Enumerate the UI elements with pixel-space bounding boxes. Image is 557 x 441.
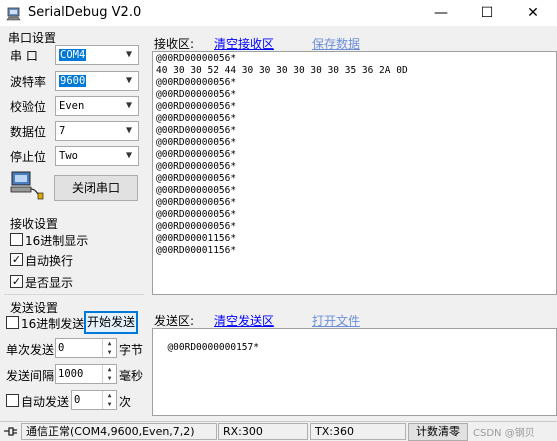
receive-line: @00RD00000056* — [156, 209, 237, 220]
minimize-button[interactable]: — — [418, 0, 464, 26]
tx-counter: TX:360 — [310, 423, 406, 440]
receive-line: @00RD00000056* — [156, 197, 237, 208]
chevron-down-icon: ▼ — [125, 75, 133, 86]
baud-value: 9600 — [59, 75, 87, 87]
show-data-checkbox[interactable]: ✓ — [10, 275, 23, 288]
serial-connection-icon — [10, 171, 44, 200]
receive-line: @00RD00000056* — [156, 101, 237, 112]
port-value: COM4 — [59, 49, 87, 61]
spin-up-icon[interactable]: ▲ — [102, 339, 116, 348]
receive-line: @00RD00000056* — [156, 89, 237, 100]
receive-area-label: 接收区: — [154, 37, 195, 51]
send-content: @00RD0000000157* — [167, 342, 259, 353]
send-textarea[interactable]: @00RD0000000157* — [152, 328, 557, 416]
hex-send-label: 16进制发送 — [21, 317, 85, 331]
stopbits-select[interactable]: Two ▼ — [55, 146, 139, 166]
receive-line: @00RD00000056* — [156, 185, 237, 196]
auto-send-stepper[interactable]: 0 ▲ ▼ — [71, 390, 117, 410]
receive-line: @00RD00000056* — [156, 53, 237, 64]
single-send-stepper[interactable]: 0 ▲ ▼ — [55, 338, 117, 358]
save-data-link[interactable]: 保存数据 — [312, 35, 360, 52]
clear-receive-link[interactable]: 清空接收区 — [214, 35, 274, 52]
watermark: CSDN @钢贝 — [473, 428, 535, 439]
hex-display-label: 16进制显示 — [25, 234, 89, 248]
status-text: 通信正常(COM4,9600,Even,7,2) — [21, 423, 217, 440]
spin-up-icon[interactable]: ▲ — [102, 391, 116, 400]
parity-label: 校验位 — [10, 100, 47, 114]
send-area-label: 发送区: — [154, 314, 195, 328]
clear-count-button[interactable]: 计数清零 — [408, 423, 468, 441]
auto-send-value: 0 — [74, 394, 81, 406]
receive-line: @00RD00000056* — [156, 137, 237, 148]
port-label: 串 口 — [10, 49, 38, 63]
connected-plug-icon — [4, 427, 17, 436]
close-window-button[interactable]: ✕ — [510, 0, 556, 26]
stopbits-label: 停止位 — [10, 150, 47, 164]
receive-settings-label: 接收设置 — [10, 217, 59, 231]
baud-label: 波特率 — [10, 75, 47, 89]
receive-line: @00RD00000056* — [156, 149, 237, 160]
spin-down-icon[interactable]: ▼ — [102, 400, 116, 409]
auto-send-label: 自动发送 — [21, 395, 70, 409]
chevron-down-icon: ▼ — [125, 49, 133, 60]
single-send-value: 0 — [58, 342, 65, 354]
spin-down-icon[interactable]: ▼ — [102, 348, 116, 357]
auto-send-checkbox[interactable] — [6, 394, 19, 407]
spin-up-icon[interactable]: ▲ — [102, 365, 116, 374]
databits-label: 数据位 — [10, 125, 47, 139]
single-send-unit: 字节 — [119, 343, 144, 357]
baud-select[interactable]: 9600 ▼ — [55, 71, 139, 91]
receive-line: @00RD00001156* — [156, 245, 237, 256]
interval-value: 1000 — [58, 368, 84, 380]
rx-counter: RX:300 — [218, 423, 308, 440]
group-divider — [4, 294, 144, 295]
maximize-button[interactable]: ☐ — [464, 0, 510, 26]
start-send-button[interactable]: 开始发送 — [84, 311, 138, 334]
receive-textarea[interactable]: @00RD00000056* 40 30 30 52 44 30 30 30 30… — [152, 51, 557, 295]
port-select[interactable]: COM4 ▼ — [55, 45, 139, 65]
receive-line: 40 30 30 52 44 30 30 30 30 30 30 35 36 2… — [156, 65, 408, 76]
databits-value: 7 — [59, 125, 66, 137]
show-data-label: 是否显示 — [25, 276, 74, 290]
auto-wrap-label: 自动换行 — [25, 254, 74, 268]
open-file-link[interactable]: 打开文件 — [312, 312, 360, 329]
chevron-down-icon: ▼ — [125, 150, 133, 161]
stopbits-value: Two — [59, 150, 78, 162]
hex-display-checkbox[interactable] — [10, 233, 23, 246]
serial-port-app-icon — [6, 7, 21, 21]
receive-line: @00RD00001156* — [156, 233, 237, 244]
send-settings-label: 发送设置 — [10, 301, 59, 315]
auto-wrap-checkbox[interactable]: ✓ — [10, 253, 23, 266]
auto-send-unit: 次 — [119, 395, 132, 409]
hex-send-checkbox[interactable] — [6, 316, 19, 329]
window-title: SerialDebug V2.0 — [28, 5, 142, 20]
receive-line: @00RD00000056* — [156, 173, 237, 184]
receive-line: @00RD00000056* — [156, 77, 237, 88]
parity-select[interactable]: Even ▼ — [55, 96, 139, 116]
chevron-down-icon: ▼ — [125, 100, 133, 111]
interval-label: 发送间隔 — [6, 369, 55, 383]
databits-select[interactable]: 7 ▼ — [55, 121, 139, 141]
port-settings-label: 串口设置 — [8, 31, 57, 45]
spin-down-icon[interactable]: ▼ — [102, 374, 116, 383]
parity-value: Even — [59, 100, 85, 112]
close-port-button[interactable]: 关闭串口 — [54, 175, 138, 201]
receive-line: @00RD00000056* — [156, 125, 237, 136]
receive-line: @00RD00000056* — [156, 221, 237, 232]
clear-send-link[interactable]: 清空发送区 — [214, 312, 274, 329]
single-send-label: 单次发送 — [6, 343, 55, 357]
interval-unit: 毫秒 — [119, 369, 144, 383]
chevron-down-icon: ▼ — [125, 125, 133, 136]
receive-line: @00RD00000056* — [156, 161, 237, 172]
interval-stepper[interactable]: 1000 ▲ ▼ — [55, 364, 117, 384]
receive-line: @00RD00000056* — [156, 113, 237, 124]
